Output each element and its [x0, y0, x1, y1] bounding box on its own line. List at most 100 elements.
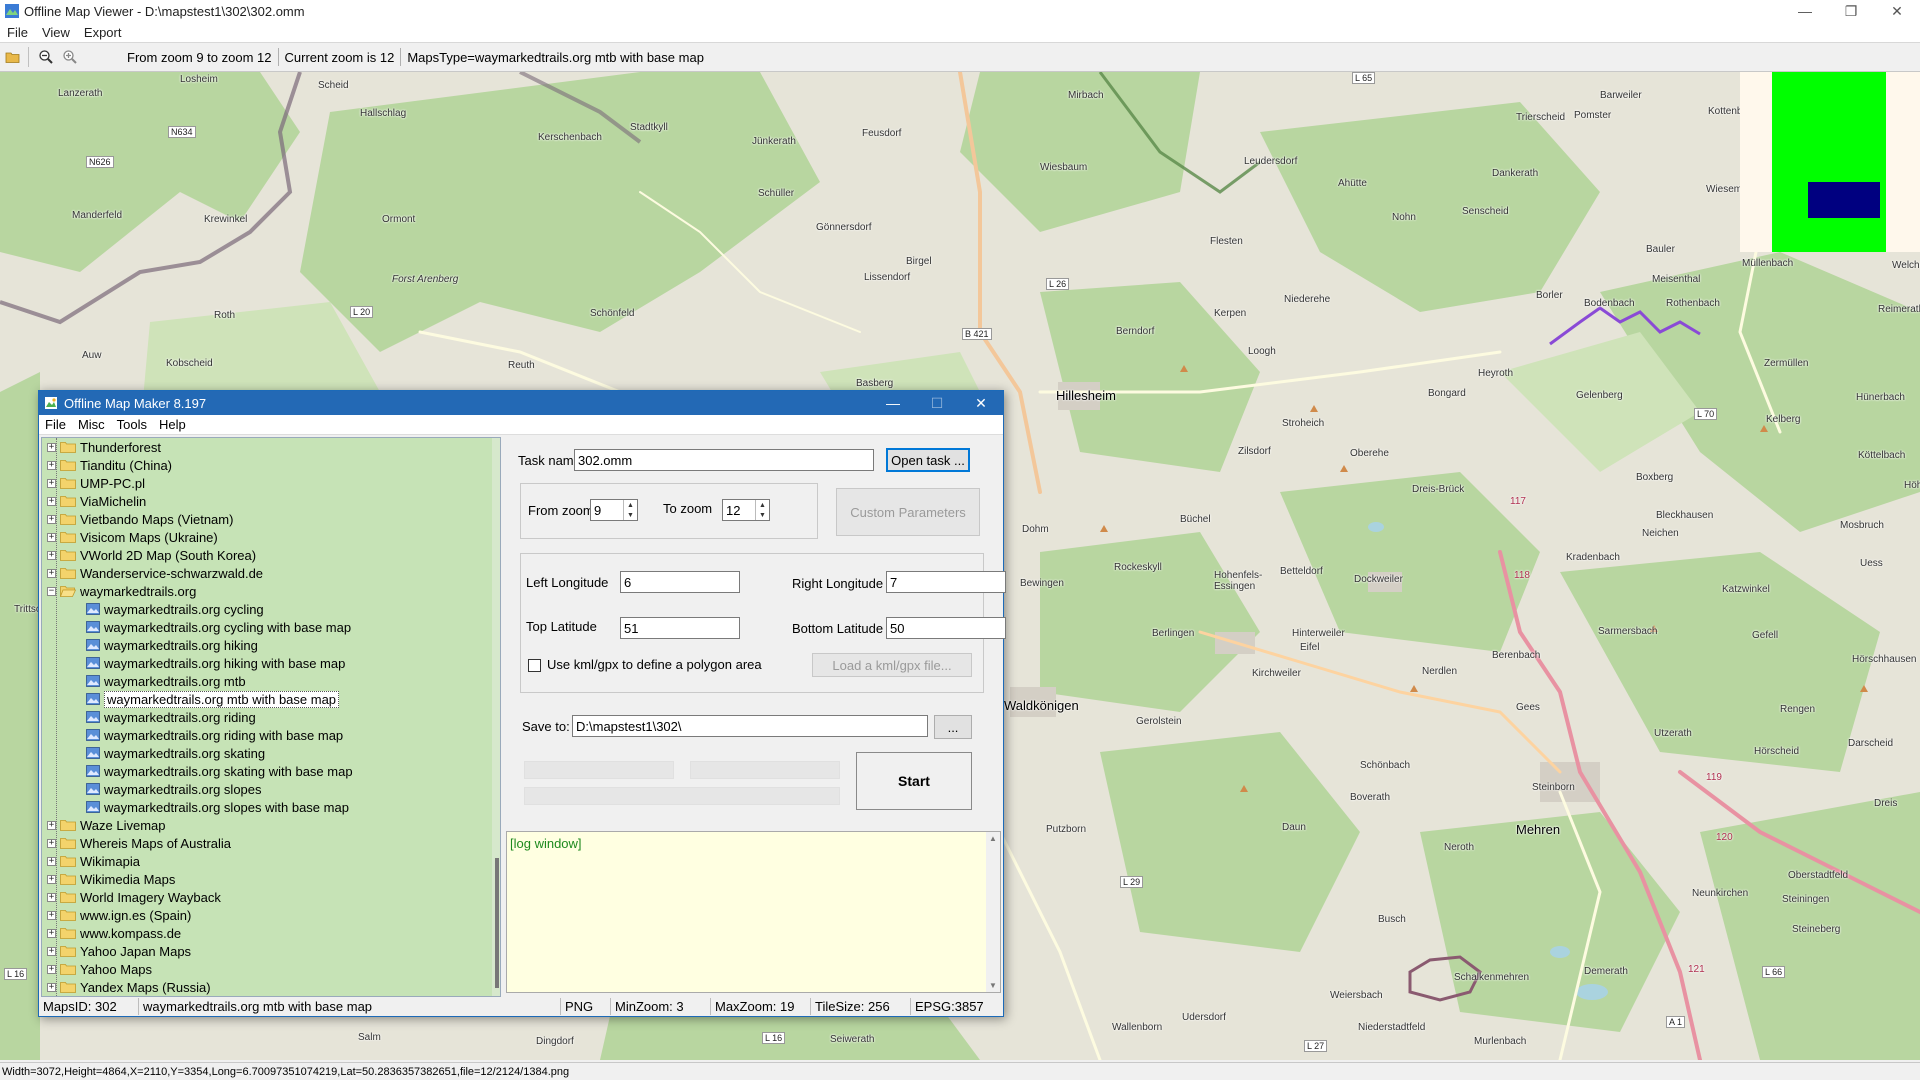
spin-up-icon[interactable]: ▲ — [756, 500, 769, 510]
tree-scrollbar-thumb[interactable] — [495, 858, 499, 988]
dialog-minimize-button[interactable]: — — [871, 391, 915, 415]
scroll-down-icon[interactable]: ▼ — [986, 981, 1000, 990]
spin-up-icon[interactable]: ▲ — [624, 500, 637, 510]
tree-folder-item[interactable]: + www.ign.es (Spain) — [42, 906, 500, 924]
expand-icon[interactable]: + — [47, 460, 56, 470]
expand-icon[interactable]: + — [47, 550, 56, 560]
expand-icon[interactable]: + — [47, 568, 56, 578]
dialog-menu-file[interactable]: File — [39, 417, 72, 432]
expand-icon[interactable]: + — [47, 964, 56, 974]
spinner-arrows[interactable]: ▲ ▼ — [755, 500, 769, 520]
overview-minimap[interactable] — [1740, 72, 1920, 252]
tree-folder-item[interactable]: + Vietbando Maps (Vietnam) — [42, 510, 500, 528]
log-scrollbar[interactable]: ▲ ▼ — [986, 832, 1000, 992]
expand-icon[interactable]: + — [47, 532, 56, 542]
tree-folder-item[interactable]: + Whereis Maps of Australia — [42, 834, 500, 852]
dialog-close-button[interactable]: ✕ — [959, 391, 1003, 415]
save-to-input[interactable]: D:\mapstest1\302\ — [572, 715, 928, 737]
expand-icon[interactable]: + — [47, 874, 56, 884]
expand-icon[interactable]: + — [47, 442, 56, 452]
expand-icon[interactable]: + — [47, 838, 56, 848]
tree-map-item[interactable]: waymarkedtrails.org mtb with base map — [42, 690, 500, 708]
overview-viewport-rect[interactable] — [1808, 182, 1880, 218]
road-label: L 65 — [1352, 72, 1376, 84]
restore-button[interactable]: ❐ — [1828, 0, 1874, 22]
map-place-label: Boverath — [1350, 792, 1391, 803]
dialog-maximize-button[interactable]: ☐ — [915, 391, 959, 415]
dialog-titlebar[interactable]: Offline Map Maker 8.197 — ☐ ✕ — [39, 391, 1003, 415]
tree-folder-item[interactable]: + Tianditu (China) — [42, 456, 500, 474]
open-task-button[interactable]: Open task ... — [886, 448, 970, 472]
scroll-up-icon[interactable]: ▲ — [986, 832, 1000, 843]
expand-icon[interactable]: + — [47, 496, 56, 506]
custom-parameters-button[interactable]: Custom Parameters — [836, 488, 980, 536]
spin-down-icon[interactable]: ▼ — [756, 510, 769, 520]
tree-folder-item[interactable]: + www.kompass.de — [42, 924, 500, 942]
tree-folder-item[interactable]: + Thunderforest — [42, 438, 500, 456]
dialog-menu-tools[interactable]: Tools — [111, 417, 153, 432]
tree-folder-item[interactable]: + Waze Livemap — [42, 816, 500, 834]
top-latitude-input[interactable]: 51 — [620, 617, 740, 639]
tree-map-item[interactable]: waymarkedtrails.org skating with base ma… — [42, 762, 500, 780]
expand-icon[interactable]: + — [47, 892, 56, 902]
menu-file[interactable]: File — [0, 25, 35, 40]
bottom-latitude-input[interactable]: 50 — [886, 617, 1006, 639]
expand-icon[interactable]: + — [47, 856, 56, 866]
tree-folder-item-expanded[interactable]: − waymarkedtrails.org — [42, 582, 500, 600]
tree-map-item[interactable]: waymarkedtrails.org cycling with base ma… — [42, 618, 500, 636]
log-window[interactable]: [log window] ▲ ▼ — [506, 831, 1001, 993]
tree-map-item[interactable]: waymarkedtrails.org riding — [42, 708, 500, 726]
tree-folder-item[interactable]: + Wanderservice-schwarzwald.de — [42, 564, 500, 582]
expand-icon[interactable]: + — [47, 982, 56, 992]
task-name-input[interactable]: 302.omm — [574, 449, 874, 471]
map-source-tree[interactable]: + Thunderforest + Tianditu (China) + UMP-PC.p… — [41, 437, 501, 997]
load-kml-button[interactable]: Load a kml/gpx file... — [812, 653, 972, 677]
tree-folder-item[interactable]: + Yahoo Japan Maps — [42, 942, 500, 960]
collapse-icon[interactable]: − — [47, 586, 56, 596]
menu-view[interactable]: View — [35, 25, 77, 40]
tree-folder-item[interactable]: + Visicom Maps (Ukraine) — [42, 528, 500, 546]
tree-folder-item[interactable]: + World Imagery Wayback — [42, 888, 500, 906]
from-zoom-spinner[interactable]: 9 ▲ ▼ — [590, 499, 638, 521]
tree-map-item[interactable]: waymarkedtrails.org riding with base map — [42, 726, 500, 744]
tree-map-item[interactable]: waymarkedtrails.org hiking — [42, 636, 500, 654]
expand-icon[interactable]: + — [47, 820, 56, 830]
expand-icon[interactable]: + — [47, 514, 56, 524]
tree-map-item[interactable]: waymarkedtrails.org hiking with base map — [42, 654, 500, 672]
spinner-arrows[interactable]: ▲ ▼ — [623, 500, 637, 520]
use-kml-checkbox[interactable] — [528, 659, 541, 672]
tree-map-item[interactable]: waymarkedtrails.org slopes — [42, 780, 500, 798]
menu-export[interactable]: Export — [77, 25, 129, 40]
minimize-button[interactable]: — — [1782, 0, 1828, 22]
expand-icon[interactable]: + — [47, 928, 56, 938]
map-place-label: Loogh — [1248, 346, 1276, 357]
expand-icon[interactable]: + — [47, 478, 56, 488]
tree-map-item[interactable]: waymarkedtrails.org mtb — [42, 672, 500, 690]
zoom-out-button[interactable] — [35, 46, 57, 68]
tree-map-item[interactable]: waymarkedtrails.org skating — [42, 744, 500, 762]
left-longitude-input[interactable]: 6 — [620, 571, 740, 593]
start-button[interactable]: Start — [856, 752, 972, 810]
tree-scrollbar[interactable] — [492, 438, 500, 996]
close-button[interactable]: ✕ — [1874, 0, 1920, 22]
browse-folder-button[interactable]: ... — [934, 715, 972, 739]
tree-folder-item[interactable]: + Yahoo Maps — [42, 960, 500, 978]
map-place-label: Trierscheid — [1516, 112, 1566, 123]
tree-folder-item[interactable]: + Wikimedia Maps — [42, 870, 500, 888]
tree-map-item[interactable]: waymarkedtrails.org slopes with base map — [42, 798, 500, 816]
tree-folder-item[interactable]: + Yandex Maps (Russia) — [42, 978, 500, 996]
tree-folder-item[interactable]: + ViaMichelin — [42, 492, 500, 510]
zoom-in-button[interactable] — [59, 46, 81, 68]
dialog-menu-misc[interactable]: Misc — [72, 417, 111, 432]
open-folder-button[interactable] — [2, 46, 24, 68]
expand-icon[interactable]: + — [47, 910, 56, 920]
tree-folder-item[interactable]: + VWorld 2D Map (South Korea) — [42, 546, 500, 564]
expand-icon[interactable]: + — [47, 946, 56, 956]
dialog-menu-help[interactable]: Help — [153, 417, 192, 432]
right-longitude-input[interactable]: 7 — [886, 571, 1006, 593]
spin-down-icon[interactable]: ▼ — [624, 510, 637, 520]
tree-map-item[interactable]: waymarkedtrails.org cycling — [42, 600, 500, 618]
tree-folder-item[interactable]: + UMP-PC.pl — [42, 474, 500, 492]
tree-folder-item[interactable]: + Wikimapia — [42, 852, 500, 870]
to-zoom-spinner[interactable]: 12 ▲ ▼ — [722, 499, 770, 521]
